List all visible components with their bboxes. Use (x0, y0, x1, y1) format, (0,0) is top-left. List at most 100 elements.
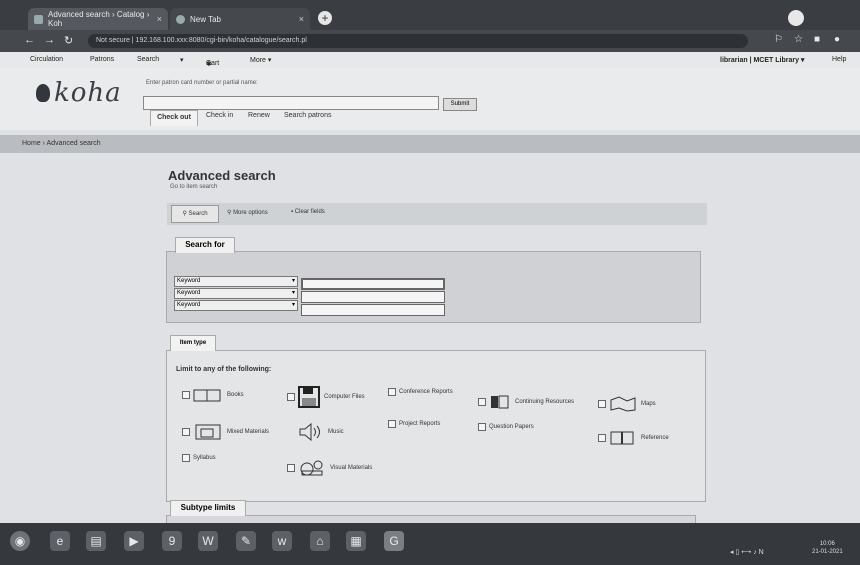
url-text: Not secure | 192.168.100.xxx:8080/cgi-bi… (96, 37, 307, 44)
visual-materials-icon (300, 460, 323, 476)
itype-mixed-materials[interactable]: Mixed Materials (182, 423, 269, 441)
tab-check-in[interactable]: Check in (206, 112, 233, 119)
forward-arrow-icon[interactable]: → (44, 34, 55, 46)
tab-check-out[interactable]: Check out (150, 110, 198, 126)
checkbox[interactable] (287, 464, 295, 472)
itype-books[interactable]: Books (182, 388, 244, 402)
reload-icon[interactable]: ↻ (64, 34, 73, 47)
window-control-icon[interactable] (788, 10, 804, 26)
nav-search-dropdown[interactable]: ▾ (180, 56, 184, 64)
index-select-value: Keyword (177, 278, 201, 284)
itype-maps[interactable]: Maps (598, 396, 656, 412)
index-select-3[interactable]: Keyword ▾ (174, 300, 298, 311)
checkbox[interactable] (182, 391, 190, 399)
koha-top-nav: Circulation Patrons Search ▾ ✱ Cart More… (0, 52, 860, 68)
nav-search[interactable]: Search (137, 56, 159, 63)
checkbox[interactable] (287, 393, 295, 401)
book-icon (193, 389, 221, 402)
itype-visual-materials[interactable]: Visual Materials (287, 459, 372, 477)
network-app-icon[interactable]: ⌂ (310, 531, 330, 551)
internet-explorer-icon[interactable]: e (50, 531, 70, 551)
itype-conference-reports[interactable]: Conference Reports (388, 388, 453, 396)
close-tab-icon[interactable]: × (157, 14, 162, 24)
profile-icon[interactable]: ● (834, 34, 840, 45)
word-icon[interactable]: W (198, 531, 218, 551)
user-menu[interactable]: librarian | MCET Library ▾ (720, 56, 804, 64)
browser-tab-new-tab[interactable]: New Tab × (170, 8, 310, 30)
itype-label: Mixed Materials (227, 429, 270, 435)
help-link[interactable]: Help (832, 56, 846, 63)
checkbox[interactable] (388, 388, 396, 396)
itype-label: Syllabus (193, 455, 216, 461)
extension-icon[interactable]: ■ (814, 34, 820, 45)
wps-icon[interactable]: w (272, 531, 292, 551)
search-term-input-2[interactable] (301, 291, 445, 303)
tab-renew[interactable]: Renew (248, 112, 270, 119)
paint-icon[interactable]: ✎ (236, 531, 256, 551)
app-icon[interactable]: 9 (162, 531, 182, 551)
itype-label: Computer Files (324, 394, 365, 400)
index-select-1[interactable]: Keyword ▾ (174, 276, 298, 287)
nav-cart-label: Cart (206, 60, 220, 67)
itype-project-reports[interactable]: Project Reports (388, 420, 440, 428)
checkbox[interactable] (598, 400, 606, 408)
koha-logo[interactable]: koha (38, 78, 122, 108)
back-arrow-icon[interactable]: ← (24, 34, 35, 46)
search-for-legend: Search for (175, 237, 235, 253)
checkbox[interactable] (478, 398, 486, 406)
itype-reference[interactable]: Reference (598, 430, 669, 446)
mixed-materials-icon (195, 424, 221, 440)
itype-label: Reference (641, 435, 669, 441)
url-input[interactable]: Not secure | 192.168.100.xxx:8080/cgi-bi… (88, 34, 748, 48)
item-search-link[interactable]: Go to item search (170, 184, 217, 190)
itype-question-papers[interactable]: Question Papers (478, 423, 534, 431)
search-button-label: Search (188, 211, 208, 217)
search-button[interactable]: ⚲ Search (171, 205, 219, 223)
itype-syllabus[interactable]: Syllabus (182, 454, 216, 462)
new-tab-button[interactable]: + (318, 11, 332, 25)
patron-submit-button[interactable]: Submit (443, 98, 477, 111)
patron-search-input[interactable] (143, 96, 439, 110)
checkbox[interactable] (478, 423, 486, 431)
index-select-2[interactable]: Keyword ▾ (174, 288, 298, 299)
clear-fields-button[interactable]: ▪ Clear fields (291, 209, 325, 215)
nav-more[interactable]: More ▾ (250, 56, 271, 64)
checkbox[interactable] (182, 454, 190, 462)
screen: Advanced search › Catalog › Koh × New Ta… (0, 0, 860, 565)
tab-search-patrons[interactable]: Search patrons (284, 112, 331, 119)
nav-circulation[interactable]: Circulation (30, 56, 63, 63)
file-explorer-icon[interactable]: ▤ (86, 531, 106, 551)
itype-continuing-resources[interactable]: Continuing Resources (478, 395, 574, 409)
more-options-button[interactable]: ⚲ More options (227, 209, 268, 216)
search-term-input-3[interactable] (301, 304, 445, 316)
itype-computer-files[interactable]: Computer Files (287, 386, 365, 408)
clock-time: 10:06 (819, 541, 835, 547)
floppy-disk-icon (298, 386, 320, 408)
itype-label: Maps (641, 401, 656, 407)
chevron-down-icon: ▾ (291, 290, 295, 296)
checkbox[interactable] (388, 420, 396, 428)
search-term-input-1[interactable] (301, 278, 445, 290)
tab-item-type[interactable]: Item type (170, 335, 216, 351)
close-tab-icon[interactable]: × (299, 14, 304, 24)
clock[interactable]: 10:06 21-01-2021 (812, 540, 843, 556)
start-button-icon[interactable]: ◉ (10, 531, 30, 551)
clear-fields-label: Clear fields (294, 209, 325, 215)
translate-icon[interactable]: ⚐ (774, 34, 783, 45)
browser-tab-advanced-search[interactable]: Advanced search › Catalog › Koh × (28, 8, 168, 30)
itype-label: Conference Reports (399, 389, 453, 395)
clock-date: 21-01-2021 (812, 549, 843, 555)
checkbox[interactable] (182, 428, 190, 436)
itype-music[interactable]: Music (287, 423, 344, 441)
checkbox[interactable] (598, 434, 606, 442)
itype-label: Books (227, 392, 244, 398)
notepad-icon[interactable]: ▦ (346, 531, 366, 551)
map-icon (610, 396, 636, 412)
breadcrumb[interactable]: Home › Advanced search (0, 135, 860, 153)
system-tray[interactable]: ◂ ▯ ⟷ ♪ N (730, 548, 764, 556)
chrome-icon[interactable]: G (384, 531, 404, 551)
media-player-icon[interactable]: ▶ (124, 531, 144, 551)
bookmark-star-icon[interactable]: ☆ (794, 34, 803, 45)
chevron-down-icon: ▾ (291, 278, 295, 284)
nav-patrons[interactable]: Patrons (90, 56, 114, 63)
